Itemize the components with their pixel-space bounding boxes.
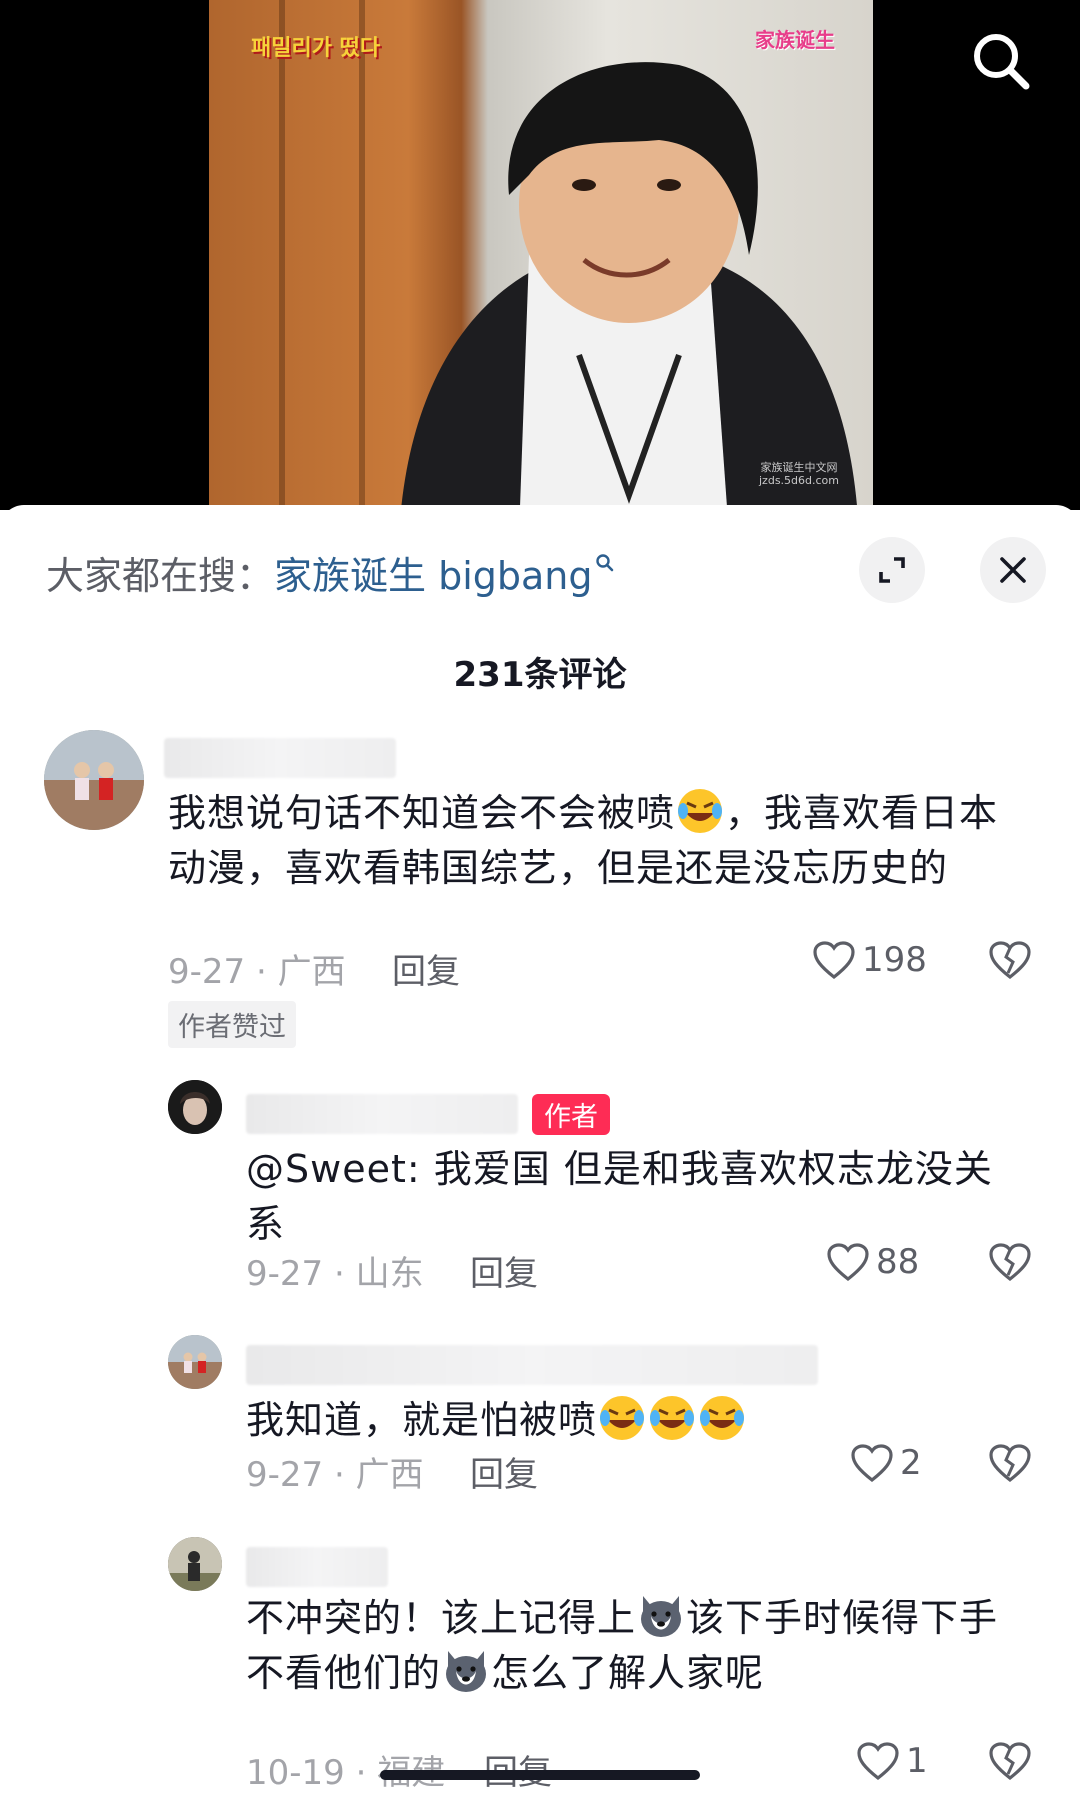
avatar[interactable] bbox=[168, 1335, 222, 1389]
username-blurred[interactable] bbox=[164, 738, 396, 778]
comment-text: 我知道，就是怕被喷 bbox=[246, 1393, 1026, 1448]
expand-button[interactable] bbox=[859, 537, 925, 603]
avatar-image bbox=[168, 1080, 222, 1134]
avatar[interactable] bbox=[168, 1537, 222, 1591]
avatar-image bbox=[168, 1335, 222, 1389]
comment-text: @Sweet: 我爱国 但是和我喜欢权志龙没关系 bbox=[246, 1147, 993, 1246]
broken-heart-icon[interactable] bbox=[988, 940, 1032, 980]
username-blurred[interactable] bbox=[246, 1345, 818, 1385]
laugh-cry-emoji bbox=[600, 1396, 645, 1440]
close-icon bbox=[1000, 557, 1026, 583]
heart-icon bbox=[851, 1444, 893, 1483]
avatar-image bbox=[44, 730, 144, 830]
small-search-icon bbox=[595, 554, 613, 572]
laugh-cry-emoji bbox=[650, 1396, 695, 1440]
expand-icon bbox=[879, 557, 905, 583]
avatar[interactable] bbox=[44, 730, 144, 830]
reply-button[interactable]: 回复 bbox=[470, 1246, 538, 1295]
comment-text: 我想说句话不知道会不会被喷 ，我喜欢看日本动漫，喜欢看韩国综艺，但是还是没忘历史的 bbox=[168, 786, 1028, 896]
laugh-cry-emoji bbox=[700, 1396, 745, 1440]
author-liked-badge: 作者赞过 bbox=[168, 1001, 296, 1048]
like-button[interactable]: 2 bbox=[850, 1443, 922, 1483]
reply-button[interactable]: 回复 bbox=[392, 944, 460, 993]
video-watermark: 家族诞生中文网 jzds.5d6d.com bbox=[759, 461, 839, 487]
heart-icon bbox=[857, 1742, 899, 1781]
like-button[interactable]: 1 bbox=[856, 1741, 928, 1781]
suggested-search[interactable]: 大家都在搜： 家族诞生 bigbang bbox=[46, 545, 615, 600]
like-count: 2 bbox=[900, 1443, 922, 1483]
comment-date-location: 9-27 · 广西 bbox=[246, 1455, 424, 1495]
username-blurred[interactable] bbox=[246, 1547, 388, 1587]
search-button[interactable] bbox=[968, 28, 1034, 94]
video-frame: 패밀리가 떴다 家族诞生 家族诞生中文网 jzds.5d6d.com bbox=[209, 0, 873, 505]
comment-date-location: 9-27 · 广西 bbox=[168, 952, 346, 992]
broken-heart-icon[interactable] bbox=[988, 1741, 1032, 1781]
show-logo-left: 패밀리가 떴다 bbox=[251, 36, 381, 61]
broken-heart-icon[interactable] bbox=[988, 1443, 1032, 1483]
husky-emoji bbox=[446, 1651, 487, 1692]
like-count: 1 bbox=[906, 1741, 928, 1781]
home-indicator[interactable] bbox=[380, 1770, 700, 1780]
comment-text: 不冲突的！该上记得上 该下手时候得下手 不看他们的 怎么了解人家呢 bbox=[246, 1591, 1046, 1701]
heart-icon bbox=[813, 941, 855, 980]
suggested-search-prefix: 大家都在搜： bbox=[46, 553, 275, 598]
laugh-cry-emoji bbox=[678, 789, 723, 833]
close-button[interactable] bbox=[980, 537, 1046, 603]
comment-date-location: 9-27 · 山东 bbox=[246, 1254, 424, 1294]
reply-button[interactable]: 回复 bbox=[470, 1447, 538, 1496]
person-figure bbox=[401, 62, 857, 505]
like-button[interactable]: 198 bbox=[812, 940, 927, 980]
avatar-image bbox=[168, 1537, 222, 1591]
comments-sheet: 大家都在搜： 家族诞生 bigbang 231条评论 我想说句话不知道会不会被喷… bbox=[0, 505, 1080, 1802]
like-count: 198 bbox=[862, 940, 927, 980]
suggested-search-term[interactable]: 家族诞生 bigbang bbox=[274, 545, 593, 600]
comment-count: 231条评论 bbox=[453, 655, 627, 695]
show-logo-right: 家族诞生 bbox=[755, 28, 835, 52]
broken-heart-icon[interactable] bbox=[988, 1242, 1032, 1282]
like-button[interactable]: 88 bbox=[826, 1242, 919, 1282]
avatar[interactable] bbox=[168, 1080, 222, 1134]
like-count: 88 bbox=[876, 1242, 920, 1282]
author-tag: 作者 bbox=[532, 1094, 610, 1135]
husky-emoji bbox=[641, 1596, 682, 1637]
search-icon bbox=[974, 34, 1030, 90]
username-blurred[interactable] bbox=[246, 1094, 518, 1134]
video-player[interactable]: 패밀리가 떴다 家族诞生 家族诞生中文网 jzds.5d6d.com bbox=[0, 0, 1080, 510]
heart-icon bbox=[827, 1243, 869, 1282]
